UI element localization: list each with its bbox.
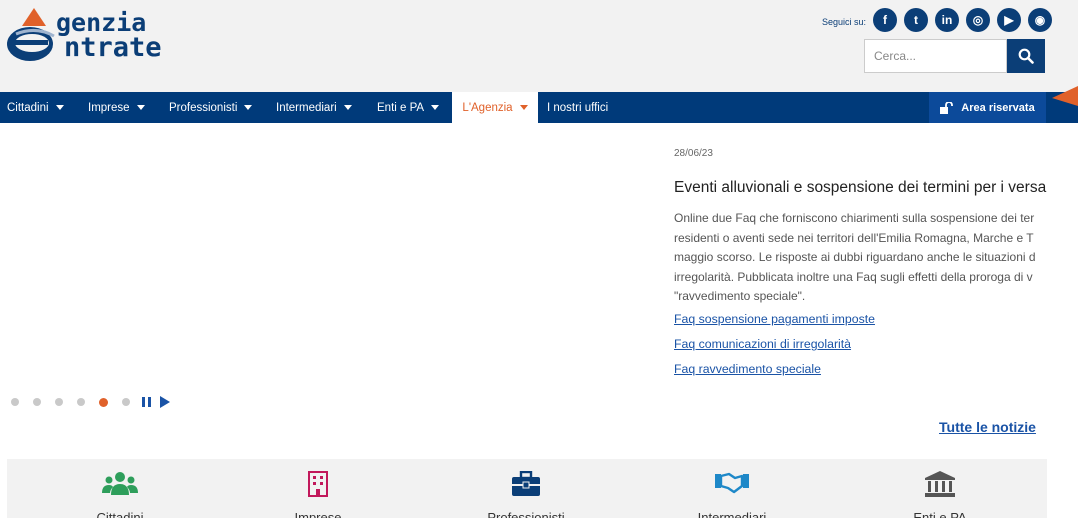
- area-riservata-button[interactable]: Area riservata: [929, 92, 1046, 123]
- caret-down-icon: [343, 105, 352, 110]
- handshake-icon: [715, 472, 749, 494]
- nav-item-professionisti[interactable]: Professionisti: [169, 92, 253, 123]
- carousel-dot[interactable]: [77, 398, 85, 406]
- search-icon: [1018, 48, 1034, 64]
- category-enti-pa[interactable]: Enti e PA: [870, 459, 1010, 518]
- category-label: Enti e PA: [913, 510, 967, 518]
- all-news-link[interactable]: Tutte le notizie: [939, 419, 1036, 435]
- caret-down-icon: [431, 105, 440, 110]
- faq-link-irregolarita[interactable]: Faq comunicazioni di irregolarità: [674, 337, 851, 351]
- header: genzia ntrate Seguici su: f t in ◎ ▶ ◉: [0, 0, 1078, 92]
- agenzia-entrate-logo[interactable]: genzia ntrate: [6, 6, 206, 66]
- institution-icon: [925, 471, 955, 497]
- rss-icon[interactable]: ◉: [1028, 8, 1052, 32]
- carousel-dot-active[interactable]: [99, 397, 108, 407]
- news-body-line: irregolarità. Pubblicata inoltre una Faq…: [674, 269, 1033, 284]
- linkedin-icon[interactable]: in: [935, 8, 959, 32]
- logo-text-entrate: ntrate: [64, 32, 162, 63]
- category-imprese[interactable]: Imprese: [248, 459, 388, 518]
- category-label: Imprese: [294, 510, 342, 518]
- caret-down-icon: [244, 105, 253, 110]
- play-icon[interactable]: [160, 396, 170, 408]
- nav-label: Enti e PA: [377, 101, 425, 114]
- youtube-icon[interactable]: ▶: [997, 8, 1021, 32]
- news-date: 28/06/23: [674, 148, 713, 159]
- news-body: Online due Faq che forniscono chiariment…: [674, 209, 1078, 307]
- nav-label: Imprese: [88, 101, 130, 114]
- caret-down-icon: [136, 105, 145, 110]
- categories-bar: Cittadini Imprese Professionisti Interme…: [7, 459, 1047, 518]
- nav-label: Professionisti: [169, 101, 238, 114]
- pause-icon[interactable]: [142, 397, 151, 407]
- category-professionisti[interactable]: Professionisti: [456, 459, 596, 518]
- nav-item-enti-pa[interactable]: Enti e PA: [377, 92, 440, 123]
- faq-link-sospensione[interactable]: Faq sospensione pagamenti imposte: [674, 312, 875, 326]
- caret-down-icon: [55, 105, 64, 110]
- carousel-controls: [11, 396, 170, 408]
- carousel-dot[interactable]: [55, 398, 63, 406]
- arrow-pointer-icon: [1052, 86, 1078, 106]
- instagram-icon[interactable]: ◎: [966, 8, 990, 32]
- building-icon: [308, 471, 328, 497]
- search-input[interactable]: [864, 39, 1007, 73]
- nav-item-cittadini[interactable]: Cittadini: [7, 92, 64, 123]
- faq-link-ravvedimento[interactable]: Faq ravvedimento speciale: [674, 362, 821, 376]
- nav-label: Cittadini: [7, 101, 49, 114]
- social-links: f t in ◎ ▶ ◉: [873, 8, 1052, 32]
- main-nav: Cittadini Imprese Professionisti Interme…: [0, 92, 1078, 123]
- category-cittadini[interactable]: Cittadini: [50, 459, 190, 518]
- nav-label: I nostri uffici: [547, 101, 609, 114]
- news-title[interactable]: Eventi alluvionali e sospensione dei ter…: [674, 179, 1078, 197]
- nav-item-agenzia[interactable]: L'Agenzia: [452, 92, 538, 123]
- carousel-dot[interactable]: [122, 398, 130, 406]
- news-body-line: Online due Faq che forniscono chiariment…: [674, 211, 1035, 225]
- carousel-dot[interactable]: [11, 398, 19, 406]
- facebook-icon[interactable]: f: [873, 8, 897, 32]
- follow-label: Seguici su:: [822, 17, 867, 27]
- news-body-line: maggio scorso. Le risposte ai dubbi rigu…: [674, 250, 1036, 265]
- nav-label: Intermediari: [276, 101, 337, 114]
- nav-item-imprese[interactable]: Imprese: [88, 92, 145, 123]
- category-label: Intermediari: [697, 510, 767, 518]
- briefcase-icon: [512, 471, 540, 496]
- nav-item-intermediari[interactable]: Intermediari: [276, 92, 352, 123]
- category-label: Professionisti: [487, 510, 565, 518]
- twitter-icon[interactable]: t: [904, 8, 928, 32]
- news-body-line: "ravvedimento speciale".: [674, 289, 806, 304]
- area-riservata-label: Area riservata: [961, 101, 1035, 114]
- nav-label: L'Agenzia: [462, 101, 513, 114]
- search-box: [864, 39, 1045, 73]
- carousel-dot[interactable]: [33, 398, 41, 406]
- news-body-line: residenti o aventi sede nei territori de…: [674, 230, 1034, 245]
- unlock-icon: [940, 101, 954, 114]
- people-icon: [102, 472, 138, 495]
- search-button[interactable]: [1007, 39, 1045, 73]
- caret-down-icon: [519, 105, 528, 110]
- nav-item-nostri-uffici[interactable]: I nostri uffici: [547, 92, 608, 123]
- category-label: Cittadini: [96, 510, 144, 518]
- category-intermediari[interactable]: Intermediari: [662, 459, 802, 518]
